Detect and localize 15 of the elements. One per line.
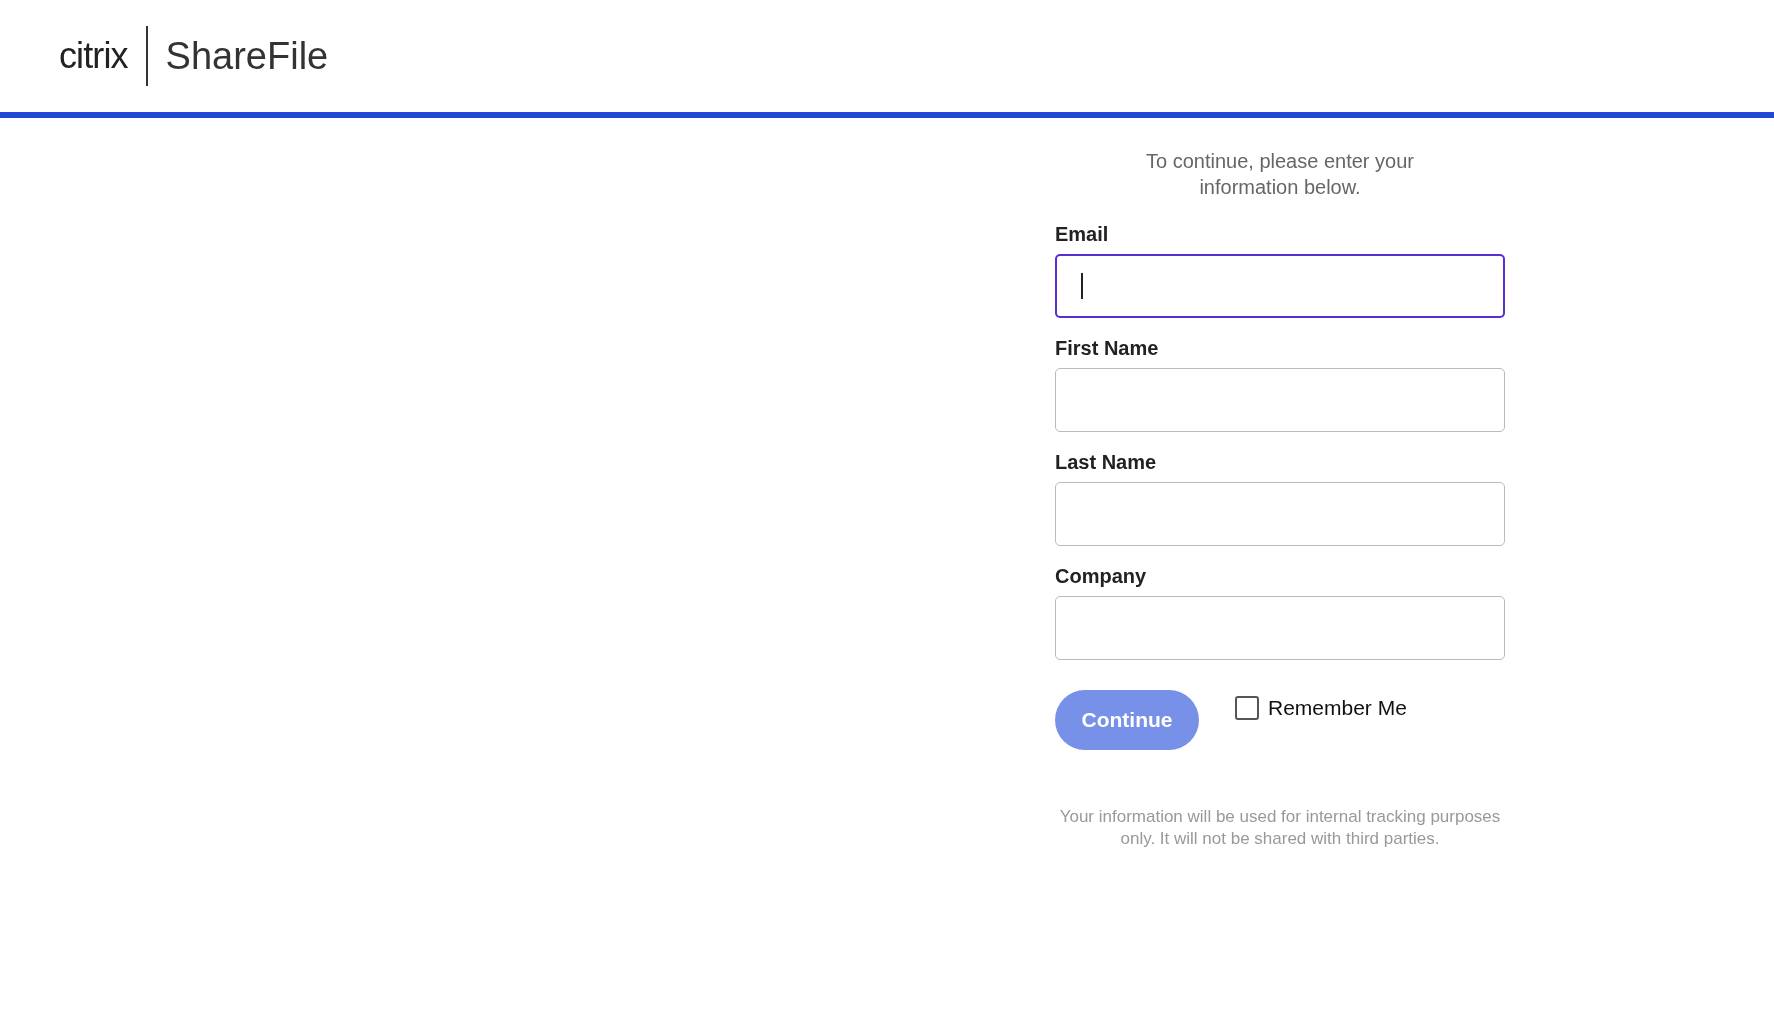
intro-text: To continue, please enter your information below. [1145, 149, 1415, 200]
field-label: First Name [1055, 336, 1160, 360]
citrix-logo: citrix [59, 34, 128, 78]
input-field[interactable] [1055, 254, 1505, 318]
checkbox-label: Remember Me [1268, 695, 1407, 721]
input-field[interactable] [1055, 482, 1505, 546]
remember-checkbox[interactable] [1235, 695, 1259, 720]
field-label: Email [1055, 222, 1110, 246]
field-label: Company [1055, 564, 1148, 588]
input-field[interactable] [1055, 596, 1505, 660]
field-label: Last Name [1055, 450, 1158, 474]
privacy-note: Your information will be used for internal tracking purposes only. It will not be shared with third parties. [1058, 806, 1502, 850]
sharefile-logo: ShareFile [165, 33, 329, 79]
input-field[interactable] [1055, 368, 1505, 432]
text-cursor [1081, 273, 1083, 299]
